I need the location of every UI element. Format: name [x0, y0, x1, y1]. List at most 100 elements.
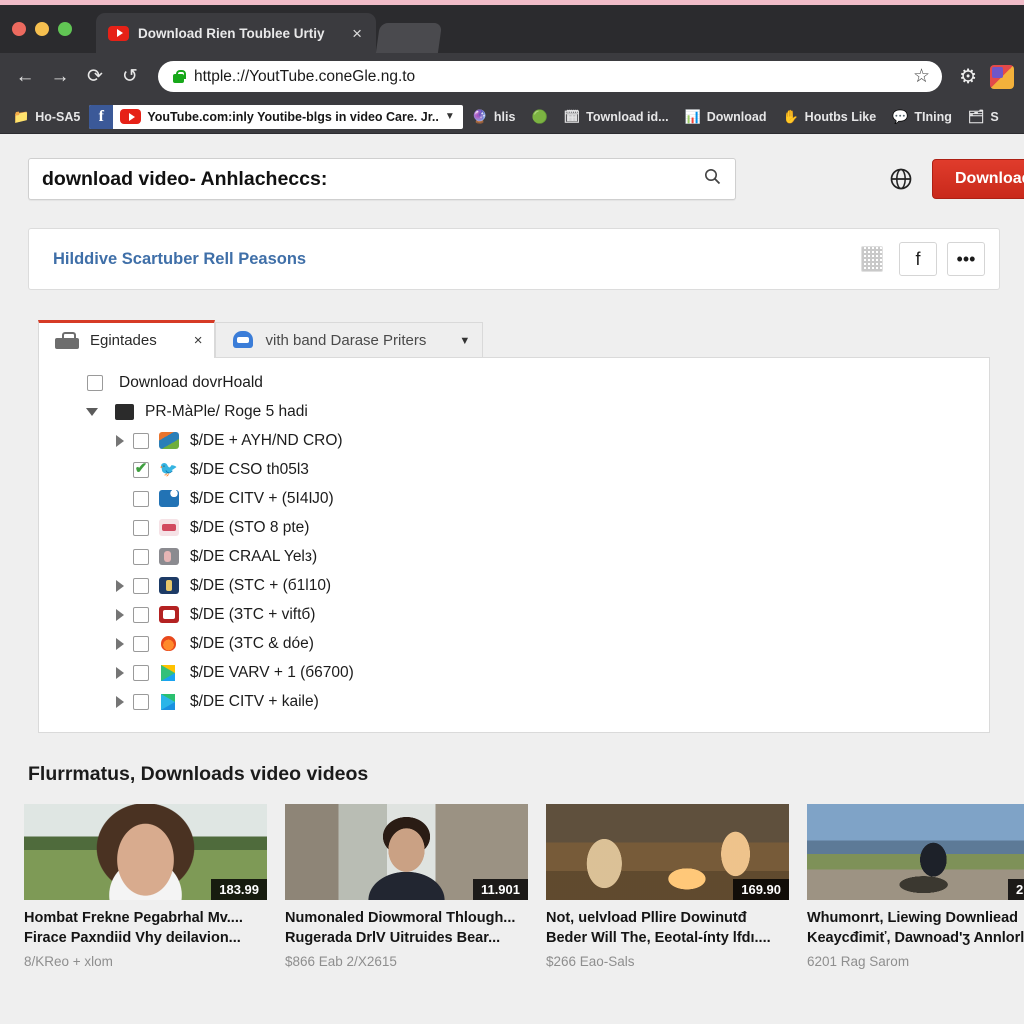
browser-tab-active[interactable]: Download Rien Toublee Urtiy ×	[96, 13, 376, 53]
video-thumbnail[interactable]: 169.90	[546, 804, 789, 900]
tree-row[interactable]: $/DE (STO 8 pte)	[39, 513, 989, 542]
bookmark-item-youtube[interactable]: f YouTube.com:inly Youtibe-blgs in video…	[89, 104, 463, 129]
video-card[interactable]: 169.90 Not, uelvload Pllire Dowinutđ Beder…	[546, 804, 789, 969]
tree-row[interactable]: $/DE VARV + 1 (б6700)	[39, 658, 989, 687]
bookmark-item[interactable]: 🗂 S	[961, 107, 1006, 127]
video-title[interactable]: Hombat Frekne Pegabrhal Mv.... Firace Pax…	[24, 909, 267, 948]
youtube-icon	[108, 25, 129, 41]
bookmark-item[interactable]: 📁 Ho-SA5	[6, 107, 87, 127]
tile-icon	[159, 432, 179, 449]
checkbox[interactable]	[133, 635, 149, 652]
bookmark-item[interactable]: 💬 TIning	[885, 107, 959, 127]
video-title-line1: Hombat Frekne Pegabrhal Mv....	[24, 910, 243, 926]
promo-link[interactable]: Hilddive Scartuber Rell Peasons	[53, 250, 851, 269]
qr-code-icon[interactable]	[861, 246, 883, 272]
globe-icon[interactable]	[888, 166, 914, 192]
search-icon[interactable]	[704, 168, 721, 190]
red-app-icon	[159, 606, 179, 623]
video-meta: $266 Eao-Sals	[546, 954, 635, 970]
video-card[interactable]: 183.99 Hombat Frekne Pegabrhal Mv.... Fira…	[24, 804, 267, 969]
chevron-down-icon[interactable]	[79, 407, 105, 416]
chevron-right-icon[interactable]	[107, 637, 133, 650]
chevron-down-icon[interactable]: ▼	[445, 111, 463, 122]
video-duration: 183.99	[211, 879, 267, 900]
tree-row[interactable]: $/DE (STC + (б1l10)	[39, 571, 989, 600]
address-bar[interactable]: httple.://YoutTube.coneGle.ng.to ☆	[158, 61, 943, 92]
bookmark-item[interactable]: 🗓 Townload id...	[557, 107, 676, 127]
checkbox-select-all[interactable]	[87, 374, 103, 391]
checkbox[interactable]	[133, 548, 149, 565]
video-title-line2: Keaycđimiť, Dawnoad'ʒ Annlorlĸ	[807, 929, 1024, 946]
bookmark-label: YouTube.com:inly Youtibe-blgs in video C…	[147, 109, 439, 124]
reload-icon[interactable]: ⟳	[80, 62, 110, 92]
tree-row[interactable]: $/DE CSO th05l3	[39, 455, 989, 484]
video-thumbnail[interactable]: 11.901	[285, 804, 528, 900]
video-title[interactable]: Numonaled Diowmoral Thlough... Rugerada D…	[285, 909, 528, 948]
video-title-line1: Numonaled Diowmoral Thlough...	[285, 910, 516, 926]
video-meta: $866 Eab 2/Х2615	[285, 954, 397, 970]
video-title-line1: Not, uelvload Pllire Dowinutđ	[546, 910, 747, 926]
download-tree: Download dovrHoald PR-MàPle/ Roge 5 hadi…	[38, 357, 990, 733]
bookmark-item[interactable]: 📊 Download	[678, 107, 774, 127]
video-card[interactable]: 2:88 Whumonrt, Liewing Downliead Keaycđimi…	[807, 804, 1024, 969]
window-controls[interactable]	[12, 22, 72, 36]
chevron-right-icon[interactable]	[107, 695, 133, 708]
close-icon[interactable]: ×	[348, 25, 366, 42]
tab-egintades[interactable]: Egintades ×	[38, 320, 216, 358]
chevron-down-icon[interactable]: ▼	[459, 335, 470, 347]
orb-icon: 🔮	[471, 109, 488, 124]
chevron-right-icon[interactable]	[107, 579, 133, 592]
bookmark-label: hlis	[493, 109, 516, 124]
toolbox-icon	[55, 332, 79, 349]
extensions-icon[interactable]	[990, 64, 1014, 89]
maximize-window-button[interactable]	[58, 22, 72, 36]
tree-row[interactable]: $/DE (ЗTC + viftб)	[39, 600, 989, 629]
close-window-button[interactable]	[12, 22, 26, 36]
forward-icon[interactable]: →	[45, 62, 75, 92]
checkbox[interactable]	[133, 519, 149, 536]
twitter-icon	[159, 460, 179, 478]
video-thumbnail[interactable]: 183.99	[24, 804, 267, 900]
download-button[interactable]: Download	[932, 159, 1024, 199]
tree-item-label: $/DE (STC + (б1l10)	[190, 576, 332, 594]
close-icon[interactable]: ×	[194, 332, 203, 349]
bookmark-item[interactable]: ✋ Houtbs Like	[775, 107, 883, 127]
video-card[interactable]: 11.901 Numonaled Diowmoral Thlough... Ruge…	[285, 804, 528, 969]
video-thumbnail[interactable]: 2:88	[807, 804, 1024, 900]
search-input[interactable]: download video- Anhlacheccs:	[28, 158, 736, 200]
checkbox[interactable]	[133, 693, 149, 710]
bookmark-star-icon[interactable]: ☆	[913, 65, 930, 88]
tree-row[interactable]: $/DE + AYH/ND CRO)	[39, 426, 989, 455]
chevron-right-icon[interactable]	[107, 608, 133, 621]
new-tab-placeholder[interactable]	[375, 23, 443, 53]
bookmark-item[interactable]: 🔮 hlis	[465, 107, 523, 127]
tree-row[interactable]: $/DE CRAAL Yelз)	[39, 542, 989, 571]
gear-icon[interactable]: ⚙	[959, 64, 977, 89]
home-icon[interactable]: ↺	[115, 62, 145, 92]
tree-row-root[interactable]: Download dovrHoald	[39, 368, 989, 397]
facebook-share-button[interactable]: f	[899, 242, 937, 276]
tree-row[interactable]: $/DE CITV + kaile)	[39, 687, 989, 716]
pink-app-icon	[159, 519, 179, 536]
tree-row[interactable]: PR-MàPle/ Roge 5 hadi	[39, 397, 989, 426]
video-title[interactable]: Not, uelvload Pllire Dowinutđ Beder Will …	[546, 909, 789, 948]
checkbox[interactable]	[133, 664, 149, 681]
checkbox[interactable]	[133, 577, 149, 594]
browser-tabstrip: Download Rien Toublee Urtiy ×	[96, 13, 443, 53]
checkbox[interactable]	[133, 606, 149, 623]
checkbox-checked[interactable]	[133, 461, 149, 478]
back-icon[interactable]: ←	[10, 62, 40, 92]
more-options-button[interactable]: •••	[947, 242, 985, 276]
comment-icon: 💬	[892, 109, 909, 124]
checkbox[interactable]	[133, 432, 149, 449]
checkbox[interactable]	[133, 490, 149, 507]
tree-row[interactable]: $/DE (ЗTC & dóe)	[39, 629, 989, 658]
bookmark-item[interactable]: 🟢	[524, 107, 554, 126]
chevron-right-icon[interactable]	[107, 434, 133, 447]
tree-row[interactable]: $/DE CITV + (5I4Ĳ0)	[39, 484, 989, 513]
video-duration: 2:88	[1007, 879, 1024, 900]
tab-darase-priters[interactable]: vith band Darase Priters ▼	[215, 322, 484, 358]
chevron-right-icon[interactable]	[107, 666, 133, 679]
minimize-window-button[interactable]	[35, 22, 49, 36]
video-title[interactable]: Whumonrt, Liewing Downliead Keaycđimiť, D…	[807, 909, 1024, 948]
